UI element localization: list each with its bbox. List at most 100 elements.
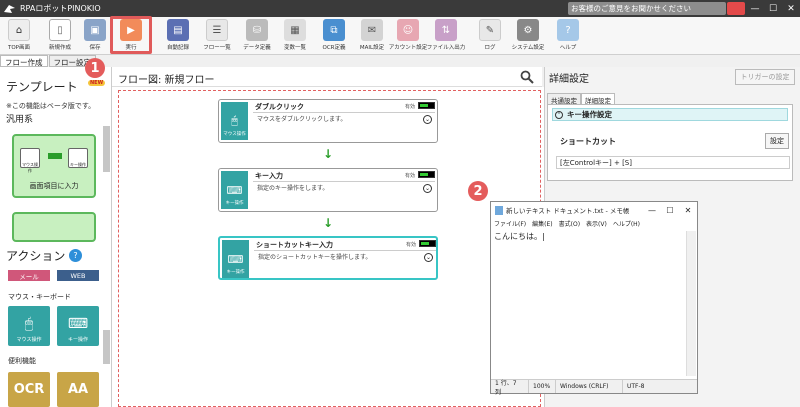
- mini-mouse: マウス操作: [20, 148, 40, 173]
- database-icon: ⛁: [246, 19, 268, 41]
- home-icon: ⌂: [8, 19, 30, 41]
- save-button[interactable]: ▣ 保存: [80, 19, 110, 53]
- notepad-menubar: ファイル(F) 編集(E) 書式(O) 表示(V) ヘルプ(H): [491, 219, 697, 230]
- beta-note: ※この機能はベータ版です。: [6, 102, 96, 110]
- new-button[interactable]: ▯ 新規作成: [45, 19, 75, 53]
- node-enabled-toggle[interactable]: [418, 102, 435, 109]
- mail-icon: ✉: [361, 19, 383, 41]
- node-name: ショートカットキー入力: [256, 241, 333, 249]
- notepad-minimize-button[interactable]: —: [643, 202, 661, 218]
- ocr-icon: ⧉: [323, 19, 345, 41]
- action-aa[interactable]: AA: [57, 372, 99, 407]
- help-icon: ?: [557, 19, 579, 41]
- action-key[interactable]: ⌨ キー操作: [57, 306, 99, 346]
- category-general: 汎用系: [6, 115, 34, 125]
- chevron-down-icon[interactable]: ⌄: [424, 253, 433, 262]
- ocr-definition-button[interactable]: ⧉ OCR定義: [319, 19, 349, 53]
- status-zoom: 100%: [529, 380, 556, 393]
- node-enabled-label: 有効: [405, 104, 416, 110]
- mail-settings-button[interactable]: ✉ MAIL設定: [357, 19, 387, 53]
- action-mouse[interactable]: 🖱 マウス操作: [8, 306, 50, 346]
- menu-edit[interactable]: 編集(E): [532, 219, 552, 230]
- feedback-button[interactable]: お客様のご意見をお聞かせください: [568, 2, 726, 15]
- box-icon: ▦: [284, 19, 306, 41]
- feedback-flag-icon[interactable]: [727, 2, 745, 15]
- notepad-close-button[interactable]: ✕: [679, 202, 697, 218]
- gear-icon: ⚙: [517, 19, 539, 41]
- node-name: ダブルクリック: [255, 103, 304, 111]
- key-settings-section[interactable]: ⌃ キー操作設定: [552, 108, 788, 121]
- help-button[interactable]: ? ヘルプ: [553, 19, 583, 53]
- template-card-label: 画面項目に入力: [29, 182, 79, 190]
- menu-help[interactable]: ヘルプ(H): [613, 219, 640, 230]
- detail-title: 詳細設定: [549, 74, 589, 85]
- system-settings-button[interactable]: ⚙ システム設定: [512, 19, 544, 53]
- data-definition-button[interactable]: ⛁ データ定義: [242, 19, 272, 53]
- maximize-button[interactable]: ☐: [764, 0, 782, 17]
- step-badge-2: 2: [468, 181, 488, 201]
- menu-format[interactable]: 書式(O): [559, 219, 580, 230]
- run-button-highlight: [110, 16, 152, 54]
- new-tag: NEW: [88, 80, 106, 86]
- action-help-icon[interactable]: ?: [69, 249, 82, 262]
- shortcut-value-field[interactable]: [左Controlキー] + [S]: [556, 156, 790, 169]
- minimize-button[interactable]: —: [746, 0, 764, 17]
- notepad-window[interactable]: 新しいテキスト ドキュメント.txt - メモ帳 — ☐ ✕ ファイル(F) 編…: [490, 201, 698, 396]
- arrow-down-icon: ↓: [322, 216, 334, 230]
- node-desc: マウスをダブルクリックします。: [257, 116, 347, 123]
- flow-list-button[interactable]: ☰ フロー一覧: [202, 19, 232, 53]
- chip-mail[interactable]: メール: [8, 270, 50, 281]
- top-screen-button[interactable]: ⌂ TOP画面: [4, 19, 34, 53]
- node-desc: 指定のショートカットキーを操作します。: [258, 254, 372, 261]
- log-button[interactable]: ✎ ログ: [475, 19, 505, 53]
- action-title: アクション: [6, 249, 66, 263]
- detail-box: ⌃ キー操作設定 ショートカット 設定 [左Controlキー] + [S]: [547, 104, 793, 181]
- notepad-maximize-button[interactable]: ☐: [661, 202, 679, 218]
- flow-node-double-click[interactable]: 🖱 マウス操作 ダブルクリック 有効 マウスをダブルクリックします。 ⌄: [218, 99, 438, 143]
- template-card-2[interactable]: [12, 212, 96, 242]
- account-settings-button[interactable]: ☺ アカウント設定: [389, 19, 427, 53]
- category-convenient: 便利機能: [8, 357, 36, 365]
- mini-keyboard: キー操作: [68, 148, 88, 168]
- close-button[interactable]: ✕: [782, 0, 800, 17]
- flow-node-shortcut-key[interactable]: ⌨ キー操作 ショートカットキー入力 有効 指定のショートカットキーを操作します。…: [218, 236, 438, 280]
- tab-flow-create[interactable]: フロー作成: [0, 55, 48, 67]
- notepad-statusbar: 1 行、7 列 100% Windows (CRLF) UTF-8: [491, 379, 697, 396]
- node-enabled-toggle[interactable]: [418, 171, 435, 178]
- file-io-button[interactable]: ⇅ ファイル入出力: [427, 19, 465, 53]
- arrow-down-icon: ↓: [322, 147, 334, 161]
- search-icon[interactable]: [520, 70, 534, 84]
- app-title: RPAロボットPINOKIO: [20, 4, 101, 13]
- node-desc: 指定のキー操作をします。: [257, 185, 329, 192]
- menu-file[interactable]: ファイル(F): [494, 219, 526, 230]
- title-bar: RPAロボットPINOKIO お客様のご意見をお聞かせください — ☐ ✕: [0, 0, 800, 17]
- action-ocr[interactable]: OCR: [8, 372, 50, 407]
- file-transfer-icon: ⇅: [435, 19, 457, 41]
- menu-view[interactable]: 表示(V): [586, 219, 607, 230]
- notepad-title: 新しいテキスト ドキュメント.txt - メモ帳: [506, 207, 630, 215]
- chevron-down-icon[interactable]: ⌄: [423, 184, 432, 193]
- arrow-right-icon: [48, 153, 62, 159]
- collapse-icon[interactable]: ⌃: [555, 110, 563, 119]
- flow-node-key-input[interactable]: ⌨ キー操作 キー入力 有効 指定のキー操作をします。 ⌄: [218, 168, 438, 212]
- notepad-scrollbar[interactable]: [686, 231, 696, 376]
- shortcut-settings-button[interactable]: 設定: [765, 133, 789, 149]
- auto-record-button[interactable]: ▤ 自動記録: [163, 19, 193, 53]
- chevron-down-icon[interactable]: ⌄: [423, 115, 432, 124]
- node-enabled-toggle[interactable]: [419, 240, 436, 247]
- node-name: キー入力: [255, 172, 283, 180]
- node-enabled-label: 有効: [405, 173, 416, 179]
- chip-web[interactable]: WEB: [57, 270, 99, 281]
- flow-header: フロー図: 新規フロー: [112, 67, 542, 87]
- template-card-screen-input[interactable]: マウス操作 キー操作 画面項目に入力: [12, 134, 96, 198]
- action-scrollbar[interactable]: [103, 330, 110, 364]
- new-file-icon: ▯: [49, 19, 71, 41]
- notepad-text-area[interactable]: こんにちは。|: [494, 231, 684, 376]
- trigger-settings-button[interactable]: トリガーの設定: [735, 69, 795, 85]
- notepad-titlebar[interactable]: 新しいテキスト ドキュメント.txt - メモ帳 — ☐ ✕: [491, 202, 697, 218]
- variable-list-button[interactable]: ▦ 変数一覧: [280, 19, 310, 53]
- mouse-icon: 🖱: [24, 316, 34, 332]
- keyboard-node-icon: ⌨ キー操作: [221, 171, 248, 209]
- template-scrollbar[interactable]: [103, 126, 110, 172]
- list-icon: ☰: [206, 19, 228, 41]
